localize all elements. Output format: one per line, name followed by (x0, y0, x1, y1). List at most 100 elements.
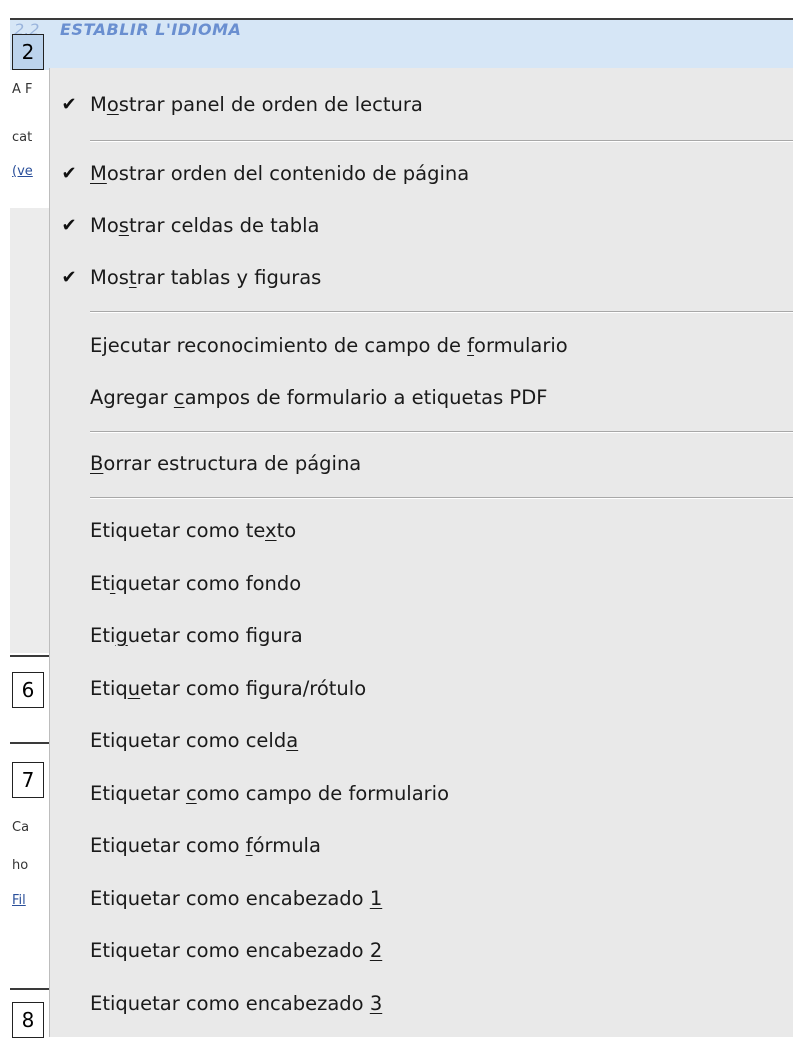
menu-separator (90, 140, 793, 142)
label-text: to (276, 519, 297, 542)
menu-item-label: Etiquetar como celda (90, 720, 298, 762)
menu-item[interactable]: Etiquetar como fórmula (50, 825, 793, 867)
checkmark-icon: ✔ (61, 163, 77, 184)
menu-item[interactable]: Etiquetar como encabezado 3 (50, 983, 793, 1025)
menu-item[interactable]: Etiquetar como campo de formulario (50, 773, 793, 815)
label-text: Etiquetar como encabezado (90, 939, 370, 962)
label-text: Mo (90, 214, 119, 237)
label-text: Mos (90, 266, 129, 289)
menu-item[interactable]: ✔ Mostrar tablas y figuras (50, 257, 793, 299)
menu-item-label: Etiquetar como fondo (90, 563, 301, 605)
mnemonic-key: g (115, 624, 128, 647)
reading-order-number[interactable]: 7 (12, 762, 44, 798)
label-text: Etiquetar como te (90, 519, 266, 542)
mnemonic-key: f (245, 834, 253, 857)
menu-separator (90, 431, 793, 433)
divider (10, 742, 50, 744)
menu-item-label: Etiquetar como fórmula (90, 825, 321, 867)
reading-order-number[interactable]: 2 (12, 34, 44, 70)
label-text: trar celdas de tabla (128, 214, 320, 237)
mnemonic-key: 2 (369, 939, 383, 962)
checkmark-icon: ✔ (61, 267, 77, 288)
menu-item[interactable]: Etiquetar como texto (50, 510, 793, 552)
label-text: quetar como fondo (115, 572, 302, 595)
document-text: A F (12, 82, 33, 97)
menu-item-label: Mostrar tablas y figuras (90, 257, 321, 299)
checkmark-icon: ✔ (61, 215, 77, 236)
label-text: ampos de formulario a etiquetas PDF (184, 386, 548, 409)
document-text: Ca (12, 820, 30, 835)
mnemonic-key: o (106, 93, 119, 116)
label-text: ostrar orden del contenido de página (106, 162, 470, 185)
label-text: orrar estructura de página (103, 452, 362, 475)
label-text: Ejecutar reconocimiento de campo de (90, 334, 468, 357)
mnemonic-key: x (265, 519, 277, 542)
label-text: Etiquetar como encabezado (90, 992, 370, 1015)
mnemonic-key: t (128, 266, 137, 289)
reading-order-number[interactable]: 8 (12, 1002, 44, 1038)
menu-item[interactable]: Agregar campos de formulario a etiquetas… (50, 377, 793, 419)
label-text: rar tablas y figuras (136, 266, 322, 289)
menu-item[interactable]: Etiquetar como encabezado 1 (50, 878, 793, 920)
menu-item-label: Etiquetar como texto (90, 510, 296, 552)
menu-separator (90, 311, 793, 313)
label-text: Etiq (90, 677, 128, 700)
menu-item[interactable]: Etiquetar como celda (50, 720, 793, 762)
reading-order-number[interactable]: 6 (12, 672, 44, 708)
label-text: omo campo de formulario (196, 782, 450, 805)
menu-item-label: Mostrar celdas de tabla (90, 205, 320, 247)
divider (10, 988, 50, 990)
label-text: Et (90, 572, 110, 595)
menu-item-label: Etiguetar como figura (90, 615, 303, 657)
label-text: Eti (90, 624, 116, 647)
label-text: Agregar (90, 386, 174, 409)
menu-item-label: Etiquetar como campo de formulario (90, 773, 449, 815)
menu-separator (90, 497, 793, 499)
context-menu: ✔ Mostrar panel de orden de lectura ✔ Mostr… (50, 68, 793, 1037)
label-text: órmula (252, 834, 321, 857)
menu-item[interactable]: Etiquetar como fondo (50, 563, 793, 605)
menu-item[interactable]: ✔ Mostrar orden del contenido de página (50, 153, 793, 195)
document-text: cat (12, 130, 33, 145)
label-text: strar panel de orden de lectura (118, 93, 423, 116)
document-text: ho (12, 858, 29, 873)
mnemonic-key: c (185, 782, 197, 805)
checkmark-icon: ✔ (61, 94, 77, 115)
label-text: Etiquetar como celd (90, 729, 287, 752)
section-title: ESTABLIR L'IDIOMA (60, 20, 242, 39)
menu-item[interactable]: ✔ Mostrar panel de orden de lectura (50, 84, 793, 126)
menu-item[interactable]: Etiguetar como figura (50, 615, 793, 657)
menu-item-label: Mostrar orden del contenido de página (90, 153, 469, 195)
label-text: M (90, 93, 107, 116)
mnemonic-key: M (90, 162, 107, 185)
menu-item-label: Borrar estructura de página (90, 443, 361, 485)
mnemonic-key: B (90, 452, 104, 475)
menu-item[interactable]: ✔ Mostrar celdas de tabla (50, 205, 793, 247)
menu-item[interactable]: Etiquetar como figura/rótulo (50, 668, 793, 710)
label-text: Etiquetar como encabezado (90, 887, 370, 910)
menu-item-label: Etiquetar como encabezado 3 (90, 983, 382, 1025)
menu-item[interactable]: Borrar estructura de página (50, 443, 793, 485)
mnemonic-key: a (286, 729, 299, 752)
document-image-area (10, 208, 50, 653)
label-text: uetar como figura (127, 624, 303, 647)
label-text: etar como figura/rótulo (140, 677, 367, 700)
menu-item[interactable]: Ejecutar reconocimiento de campo de form… (50, 325, 793, 367)
menu-item[interactable]: Etiquetar como encabezado 2 (50, 930, 793, 972)
menu-item-label: Etiquetar como encabezado 2 (90, 930, 382, 972)
label-text: ormulario (474, 334, 568, 357)
menu-item-label: Etiquetar como encabezado 1 (90, 878, 382, 920)
label-text: Etiquetar como (90, 834, 246, 857)
mnemonic-key: c (173, 386, 185, 409)
mnemonic-key: u (127, 677, 141, 700)
menu-item-label: Agregar campos de formulario a etiquetas… (90, 377, 547, 419)
menu-item-label: Mostrar panel de orden de lectura (90, 84, 423, 126)
mnemonic-key: s (118, 214, 129, 237)
mnemonic-key: 1 (369, 887, 383, 910)
mnemonic-key: f (467, 334, 475, 357)
document-link[interactable]: Fil (12, 893, 26, 908)
divider (10, 655, 50, 657)
document-link[interactable]: (ve (12, 164, 33, 179)
menu-item-label: Ejecutar reconocimiento de campo de form… (90, 325, 568, 367)
menu-item-label: Etiquetar como figura/rótulo (90, 668, 366, 710)
